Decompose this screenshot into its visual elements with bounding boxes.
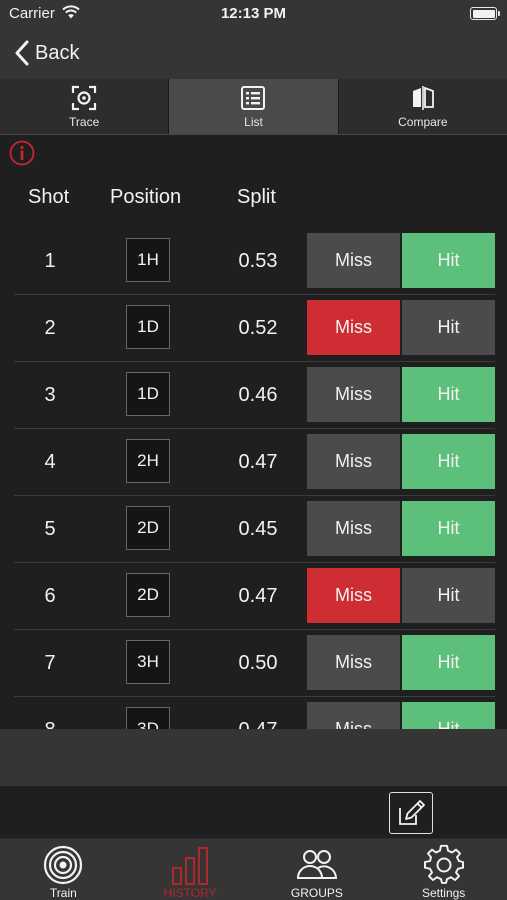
hit-button[interactable]: Hit [402,568,495,623]
position-badge: 2H [126,439,170,483]
back-label: Back [35,41,80,64]
miss-button[interactable]: Miss [307,635,400,690]
position-badge: 1H [126,238,170,282]
split-time: 0.47 [238,451,278,473]
position-badge: 2D [126,506,170,550]
shot-row: 7 3H 0.50 Miss Hit [0,630,507,697]
segment-label-compare: Compare [398,114,448,129]
miss-button[interactable]: Miss [307,434,400,489]
segment-compare[interactable]: Compare [339,79,507,134]
hit-button[interactable]: Hit [402,501,495,556]
hit-button[interactable]: Hit [402,233,495,288]
shot-row: 4 2H 0.47 Miss Hit [0,429,507,496]
edit-area [0,786,507,838]
split-time: 0.46 [238,384,278,406]
shot-number: 3 [44,384,56,406]
segment-trace[interactable]: Trace [0,79,170,134]
shot-row: 6 2D 0.47 Miss Hit [0,563,507,630]
shot-number: 4 [44,451,56,473]
split-time: 0.45 [238,518,278,540]
app-root: Carrier 12:13 PM Back Trace List Compare… [0,0,507,900]
bar-chart-icon [172,847,209,885]
shot-number: 8 [30,697,70,729]
hit-button[interactable]: Hit [402,300,495,355]
position-badge: 1D [126,305,170,349]
navigation-bar: Back [0,28,507,79]
shot-number: 5 [44,518,56,540]
split-time: 0.53 [238,250,278,272]
chevron-left-icon [15,40,29,66]
footer-band [0,729,507,786]
split-time: 0.47 [226,697,290,729]
shot-number: 6 [44,585,56,607]
shot-row: 8 3D 0.47 Miss Hit [0,697,507,729]
hit-button[interactable]: Hit [402,367,495,422]
battery-icon [470,7,500,20]
shot-number: 7 [44,652,56,674]
segment-label-trace: Trace [69,114,100,129]
shot-row: 5 2D 0.45 Miss Hit [0,496,507,563]
position-badge: 2D [126,573,170,617]
header-shot: Shot [28,186,70,208]
shot-row: 2 1D 0.52 Miss Hit [0,295,507,362]
pencil-icon [399,800,425,825]
table-header: Shot Position Split [0,186,507,216]
hit-button[interactable]: Hit [402,434,495,489]
segment-list[interactable]: List [169,79,339,134]
status-bar: Carrier 12:13 PM [0,0,507,28]
miss-button[interactable]: Miss [307,300,400,355]
miss-button[interactable]: Miss [307,702,400,729]
miss-button[interactable]: Miss [307,233,400,288]
shot-number: 2 [44,317,56,339]
split-time: 0.52 [238,317,278,339]
split-time: 0.47 [238,585,278,607]
tab-groups[interactable]: GROUPS [254,839,381,900]
tab-label-groups: GROUPS [290,886,343,900]
position-badge: 1D [126,372,170,416]
split-time: 0.50 [238,652,278,674]
compare-icon [412,85,434,110]
shot-list[interactable]: 1 1H 0.53 Miss Hit 2 1D 0.52 Miss Hit 3 … [0,228,507,729]
tab-train[interactable]: Train [0,839,127,900]
position-badge: 3H [126,640,170,684]
status-time: 12:13 PM [220,5,287,22]
gear-icon [423,844,464,884]
tab-settings[interactable]: Settings [380,839,507,900]
target-icon [44,845,83,885]
shot-number: 1 [44,250,56,272]
miss-button[interactable]: Miss [307,367,400,422]
tab-label-settings: Settings [421,886,466,900]
header-position: Position [110,186,182,208]
hit-button[interactable]: Hit [402,702,495,729]
back-button[interactable]: Back [14,38,79,68]
tab-bar: Train HISTORY GROUPS Settings [0,838,507,900]
miss-button[interactable]: Miss [307,501,400,556]
miss-button[interactable]: Miss [307,568,400,623]
info-icon[interactable] [9,140,35,166]
shot-row: 3 1D 0.46 Miss Hit [0,362,507,429]
tab-history[interactable]: HISTORY [127,839,254,900]
hit-button[interactable]: Hit [402,635,495,690]
list-icon [241,85,266,110]
people-icon [296,850,337,879]
tab-label-train: Train [49,886,77,900]
tab-label-history: HISTORY [163,886,217,900]
position-badge: 3D [126,707,170,729]
segment-label-list: List [244,114,263,129]
trace-icon [72,85,97,110]
view-segment-control: Trace List Compare [0,79,507,135]
edit-button[interactable] [389,792,433,834]
header-split: Split [237,186,276,208]
shot-row: 1 1H 0.53 Miss Hit [0,228,507,295]
